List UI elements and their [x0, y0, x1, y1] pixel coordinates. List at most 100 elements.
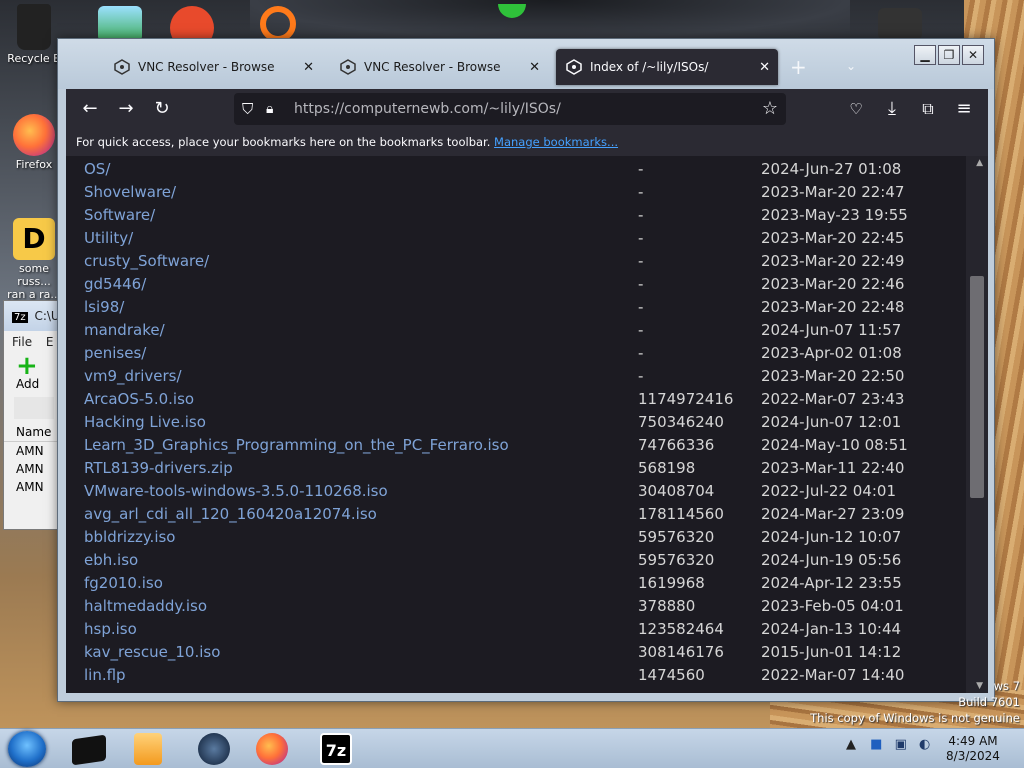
listing-file-size: 750346240	[638, 413, 724, 431]
taskbar-media-player-icon[interactable]	[134, 733, 162, 765]
back-arrow-icon[interactable]: ←	[78, 97, 102, 121]
listing-file-link[interactable]: vm9_drivers/	[84, 365, 182, 388]
listing-file-link[interactable]: avg_arl_cdi_all_120_160420a12074.iso	[84, 503, 377, 526]
listing-file-date: 2024-Jan-13 10:44	[761, 620, 902, 638]
url-bar[interactable]: ⛉ 🔒︎ https://computernewb.com/~lily/ISOs…	[234, 93, 786, 125]
vertical-scrollbar[interactable]: ▲ ▼	[966, 156, 988, 693]
listing-file-link[interactable]: VMware-tools-windows-3.5.0-110268.iso	[84, 480, 388, 503]
tab-index-isos[interactable]: Index of /~lily/ISOs/ ✕	[556, 49, 778, 85]
close-window-button[interactable]: ✕	[962, 45, 984, 65]
menu-edit[interactable]: E	[46, 335, 54, 349]
listing-file-link[interactable]: hsp.iso	[84, 618, 137, 641]
taskbar-globe-icon[interactable]	[198, 733, 230, 765]
listing-file-date: 2023-Mar-11 22:40	[761, 459, 905, 477]
listing-file-link[interactable]: ArcaOS-5.0.iso	[84, 388, 194, 411]
sevenzip-title: C:\U	[34, 309, 60, 323]
forward-arrow-icon[interactable]: →	[114, 97, 138, 121]
sevenzip-file-row[interactable]: AMN	[4, 478, 64, 496]
sevenzip-window[interactable]: 7z C:\U File E + Add Name AMN AMN AMN	[3, 300, 65, 530]
lock-icon[interactable]: 🔒︎	[266, 93, 273, 125]
extensions-icon[interactable]: ⧉	[916, 97, 940, 121]
menu-hamburger-icon[interactable]: ≡	[952, 97, 976, 121]
listing-file-size: -	[638, 160, 644, 178]
listing-row: Hacking Live.iso 750346240 2024-Jun-07 12:…	[66, 411, 966, 434]
listing-file-link[interactable]: haltmedaddy.iso	[84, 595, 207, 618]
vnc-favicon-icon	[340, 59, 356, 75]
scrollbar-thumb[interactable]	[970, 276, 984, 498]
listing-file-size: 1474560	[638, 666, 705, 684]
list-all-tabs-chevron-icon[interactable]: ⌄	[846, 59, 856, 73]
tab-title: VNC Resolver - Browse	[138, 60, 275, 74]
tab-vnc-resolver-2[interactable]: VNC Resolver - Browse ✕	[330, 49, 548, 85]
listing-file-link[interactable]: gd5446/	[84, 273, 146, 296]
listing-file-link[interactable]: kav_rescue_10.iso	[84, 641, 220, 664]
listing-file-date: 2022-Mar-07 23:43	[761, 390, 905, 408]
sevenzip-titlebar[interactable]: 7z C:\U	[4, 301, 64, 331]
sevenzip-file-row[interactable]: AMN	[4, 460, 64, 478]
sevenzip-add-button[interactable]: + Add	[4, 353, 64, 393]
tab-vnc-resolver-1[interactable]: VNC Resolver - Browse ✕	[104, 49, 322, 85]
show-hidden-icons-icon[interactable]: ▲	[846, 737, 856, 752]
pocket-icon[interactable]: ♡	[844, 97, 868, 121]
listing-file-size: -	[638, 321, 644, 339]
scroll-up-icon[interactable]: ▲	[976, 158, 983, 168]
volume-icon[interactable]: ◐	[919, 737, 930, 752]
sevenzip-file-row[interactable]: AMN	[4, 442, 64, 460]
tab-close-icon[interactable]: ✕	[303, 60, 314, 75]
tray-app-icon[interactable]: ■	[870, 737, 882, 752]
firefox-icon	[13, 114, 55, 156]
listing-file-link[interactable]: crusty_Software/	[84, 250, 209, 273]
listing-file-link[interactable]: bbldrizzy.iso	[84, 526, 175, 549]
network-icon[interactable]: ▣	[895, 737, 907, 752]
sevenzip-menu: File E	[4, 331, 64, 353]
tab-close-icon[interactable]: ✕	[759, 60, 770, 75]
menu-file[interactable]: File	[12, 335, 32, 349]
listing-file-date: 2024-Apr-12 23:55	[761, 574, 902, 592]
listing-file-link[interactable]: Utility/	[84, 227, 133, 250]
listing-file-link[interactable]: fg2010.iso	[84, 572, 163, 595]
tracking-shield-icon[interactable]: ⛉	[242, 93, 253, 125]
desktop-icon-top-right[interactable]	[868, 8, 932, 42]
listing-file-size: 74766336	[638, 436, 715, 454]
taskbar-firefox-icon[interactable]	[256, 733, 288, 765]
taskbar-7zip-icon[interactable]: 7z	[320, 733, 352, 765]
listing-file-link[interactable]: Shovelware/	[84, 181, 176, 204]
listing-file-size: 30408704	[638, 482, 715, 500]
listing-file-link[interactable]: penises/	[84, 342, 146, 365]
url-text[interactable]: https://computernewb.com/~lily/ISOs/	[294, 101, 561, 117]
add-icon: +	[16, 351, 38, 381]
reload-icon[interactable]: ↻	[150, 97, 174, 121]
listing-file-date: 2023-Mar-20 22:50	[761, 367, 905, 385]
maximize-button[interactable]: ❐	[938, 45, 960, 65]
listing-row: kav_rescue_10.iso 308146176 2015-Jun-01 14…	[66, 641, 966, 664]
listing-file-link[interactable]: lin.flp	[84, 664, 126, 687]
listing-file-size: -	[638, 206, 644, 224]
sevenzip-column-name[interactable]: Name	[4, 423, 64, 442]
listing-file-link[interactable]: lsi98/	[84, 296, 124, 319]
listing-row: fg2010.iso 1619968 2024-Apr-12 23:55	[66, 572, 966, 595]
system-clock[interactable]: 4:49 AM 8/3/2024	[930, 734, 1016, 764]
minimize-button[interactable]: ▁	[914, 45, 936, 65]
start-button[interactable]	[8, 731, 46, 767]
listing-file-link[interactable]: ebh.iso	[84, 549, 138, 572]
listing-file-date: 2022-Jul-22 04:01	[761, 482, 897, 500]
listing-row: ebh.iso 59576320 2024-Jun-19 05:56	[66, 549, 966, 572]
listing-file-link[interactable]: mandrake/	[84, 319, 165, 342]
listing-file-link[interactable]: Learn_3D_Graphics_Programming_on_the_PC_…	[84, 434, 509, 457]
listing-file-size: -	[638, 183, 644, 201]
listing-row: avg_arl_cdi_all_120_160420a12074.iso 1781…	[66, 503, 966, 526]
listing-file-link[interactable]: OS/	[84, 158, 110, 181]
listing-file-link[interactable]: RTL8139-drivers.zip	[84, 457, 233, 480]
downloads-icon[interactable]: ⤓	[880, 97, 904, 121]
listing-row: VMware-tools-windows-3.5.0-110268.iso 304…	[66, 480, 966, 503]
listing-file-link[interactable]: Software/	[84, 204, 155, 227]
desktop-background-top	[250, 0, 850, 38]
listing-file-link[interactable]: Hacking Live.iso	[84, 411, 206, 434]
manage-bookmarks-link[interactable]: Manage bookmarks...	[494, 135, 618, 149]
tab-close-icon[interactable]: ✕	[529, 60, 540, 75]
browser-window[interactable]: VNC Resolver - Browse ✕ VNC Resolver - B…	[57, 38, 995, 702]
listing-file-date: 2015-Jun-01 14:12	[761, 643, 902, 661]
new-tab-button[interactable]: +	[790, 55, 807, 79]
bookmark-star-icon[interactable]: ☆	[762, 93, 778, 125]
taskbar-app-black-icon[interactable]	[72, 734, 106, 766]
